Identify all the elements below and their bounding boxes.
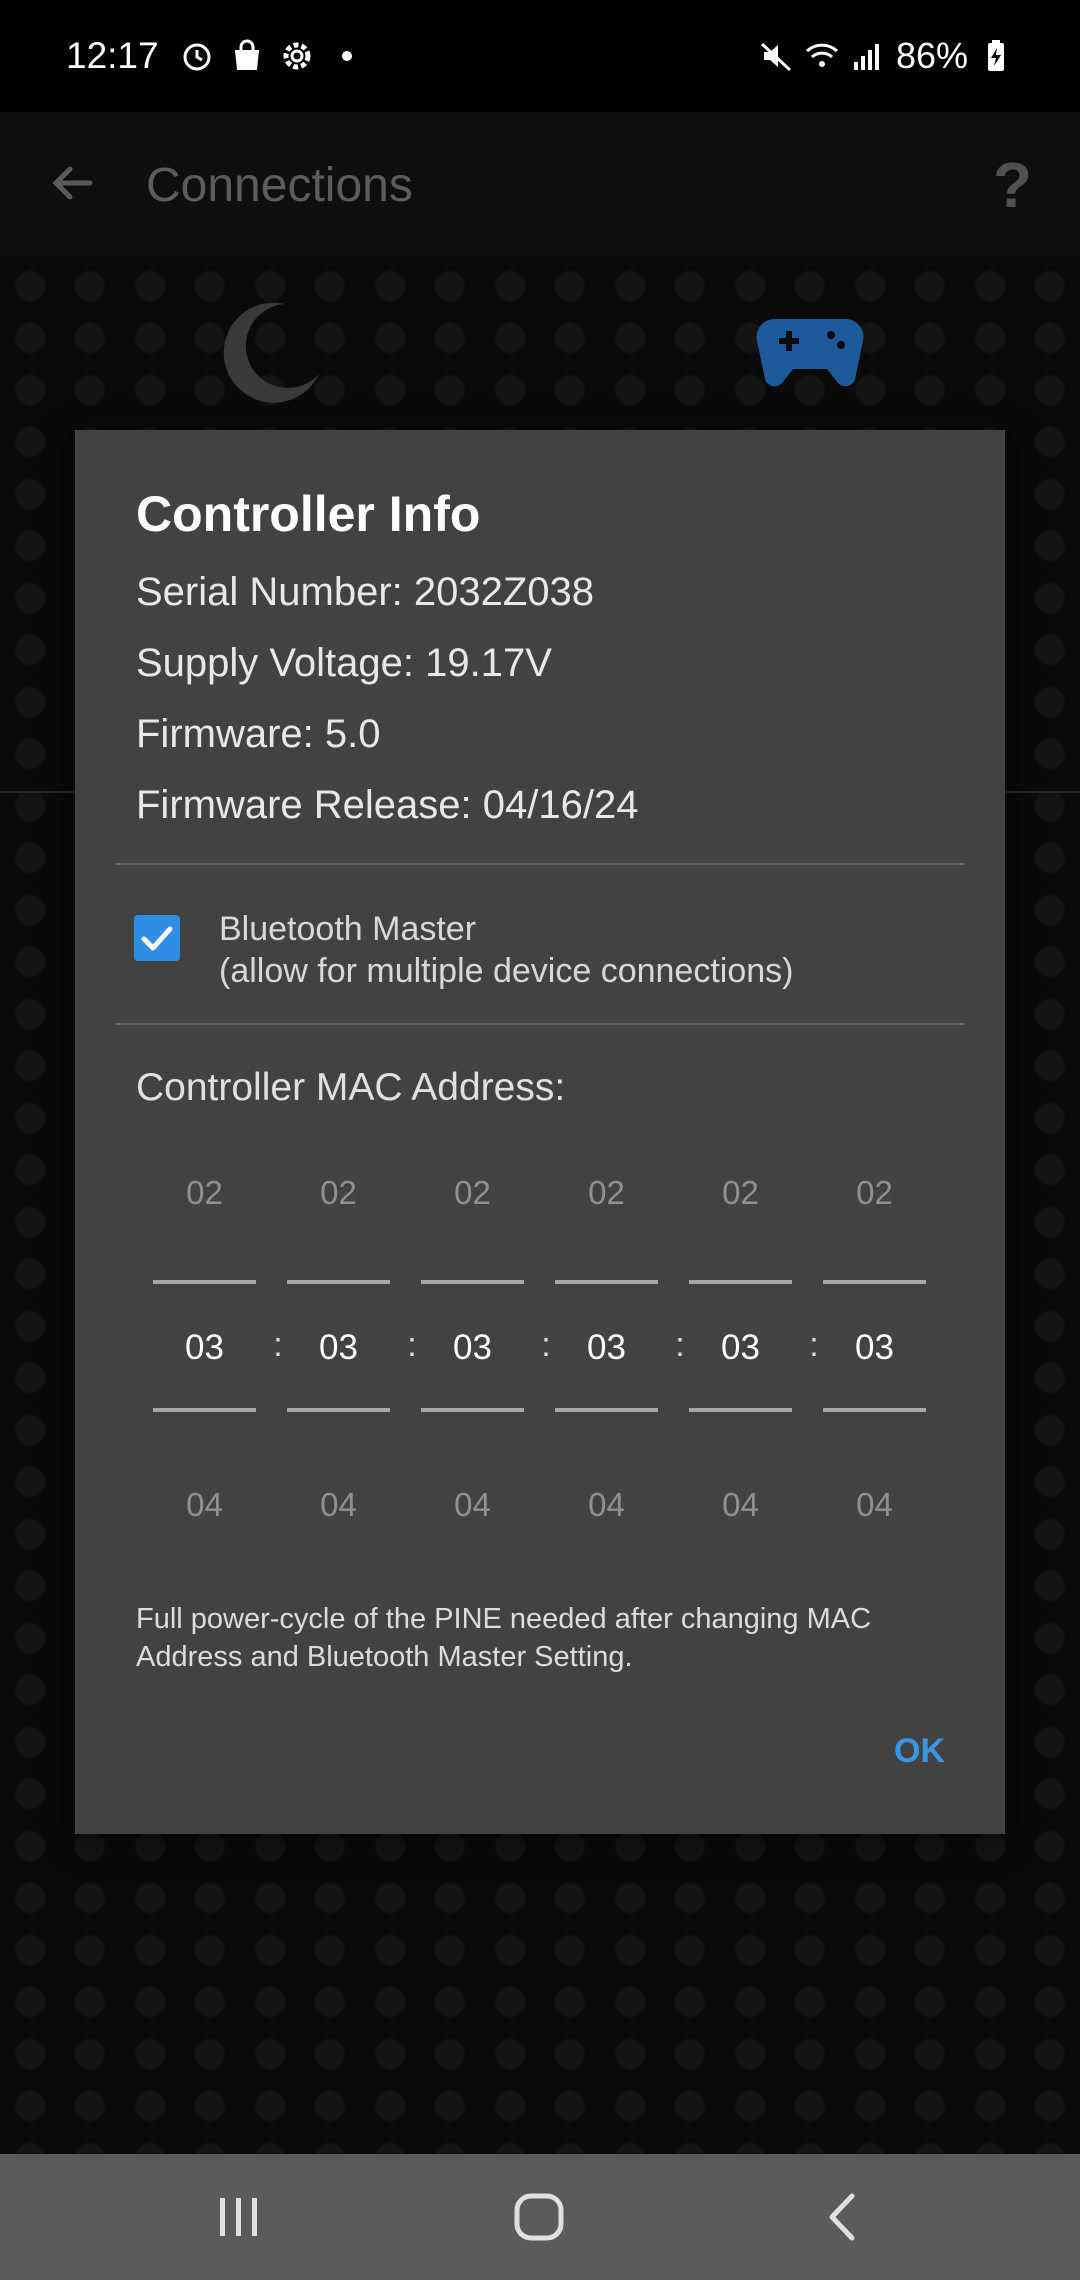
back-arrow-icon[interactable]: [46, 156, 100, 210]
moon-icon: [223, 302, 319, 403]
picker-prev-value[interactable]: 02: [421, 1174, 524, 1212]
mac-separator: :: [809, 1326, 819, 1364]
recent-apps-icon[interactable]: [206, 2184, 272, 2250]
picker-line-top: [823, 1280, 926, 1284]
picker-prev-value[interactable]: 02: [823, 1174, 926, 1212]
divider-bottom: [116, 1023, 964, 1025]
mute-icon: [760, 42, 791, 72]
mac-separator: :: [541, 1326, 551, 1364]
picker-next-value[interactable]: 04: [287, 1486, 390, 1524]
picker-next-value[interactable]: 04: [689, 1486, 792, 1524]
picker-prev-value[interactable]: 02: [153, 1174, 256, 1212]
mac-address-label: Controller MAC Address:: [136, 1066, 566, 1109]
picker-current-value[interactable]: 03: [823, 1328, 926, 1368]
picker-next-value[interactable]: 04: [555, 1486, 658, 1524]
picker-current-value[interactable]: 03: [287, 1328, 390, 1368]
picker-current-value[interactable]: 03: [689, 1328, 792, 1368]
picker-current-value[interactable]: 03: [555, 1328, 658, 1368]
picker-line-top: [421, 1280, 524, 1284]
picker-line-bottom: [421, 1408, 524, 1412]
signal-icon: [853, 44, 879, 70]
battery-percent: 86%: [895, 35, 968, 76]
mac-separator: :: [407, 1326, 417, 1364]
shopping-bag-icon: [234, 39, 259, 70]
power-cycle-note: Full power-cycle of the PINE needed afte…: [136, 1603, 872, 1673]
picker-line-top: [287, 1280, 390, 1284]
navigation-bar: [0, 2154, 1080, 2280]
picker-line-bottom: [555, 1408, 658, 1412]
picker-next-value[interactable]: 04: [421, 1486, 524, 1524]
app-bar: Connections ?: [0, 112, 1080, 256]
status-time: 12:17: [66, 35, 159, 76]
settings-icon: [283, 42, 311, 70]
picker-line-top: [153, 1280, 256, 1284]
picker-prev-value[interactable]: 02: [287, 1174, 390, 1212]
dialog-title: Controller Info: [136, 486, 481, 542]
status-bar: 12:17 86%: [0, 0, 1080, 112]
bluetooth-master-label[interactable]: Bluetooth Master (allow for multiple dev…: [219, 908, 793, 992]
ok-button[interactable]: OK: [894, 1732, 945, 1771]
controller-info-dialog: Controller Info Serial Number: 2032Z038 …: [75, 430, 1005, 1834]
bluetooth-master-checkbox[interactable]: [134, 915, 180, 961]
bluetooth-master-subtitle: (allow for multiple device connections): [219, 952, 794, 990]
serial-number: Serial Number: 2032Z038: [136, 570, 595, 614]
picker-next-value[interactable]: 04: [823, 1486, 926, 1524]
picker-prev-value[interactable]: 02: [555, 1174, 658, 1212]
gamepad-icon: [756, 318, 864, 387]
divider-top: [116, 863, 964, 865]
supply-voltage: Supply Voltage: 19.17V: [136, 641, 552, 685]
picker-line-bottom: [153, 1408, 256, 1412]
picker-current-value[interactable]: 03: [421, 1328, 524, 1368]
picker-line-top: [689, 1280, 792, 1284]
dot-icon: [341, 51, 352, 61]
home-icon[interactable]: [507, 2184, 573, 2250]
bluetooth-master-title: Bluetooth Master: [219, 910, 477, 948]
picker-line-bottom: [689, 1408, 792, 1412]
status-left: 12:17: [66, 35, 365, 77]
picker-line-bottom: [287, 1408, 390, 1412]
battery-charging-icon: [988, 40, 1004, 71]
page-title: Connections: [146, 159, 413, 212]
alarm-icon: [183, 43, 211, 71]
mac-separator: :: [273, 1326, 283, 1364]
picker-line-bottom: [823, 1408, 926, 1412]
help-button[interactable]: ?: [993, 148, 1032, 222]
picker-line-top: [555, 1280, 658, 1284]
picker-prev-value[interactable]: 02: [689, 1174, 792, 1212]
picker-next-value[interactable]: 04: [153, 1486, 256, 1524]
check-icon: [141, 926, 173, 951]
status-right: 86%: [758, 35, 1014, 77]
firmware-release: Firmware Release: 04/16/24: [136, 783, 639, 827]
mac-separator: :: [675, 1326, 685, 1364]
picker-current-value[interactable]: 03: [153, 1328, 256, 1368]
wifi-icon: [805, 43, 838, 67]
back-nav-icon[interactable]: [810, 2184, 876, 2250]
firmware-version: Firmware: 5.0: [136, 712, 381, 756]
